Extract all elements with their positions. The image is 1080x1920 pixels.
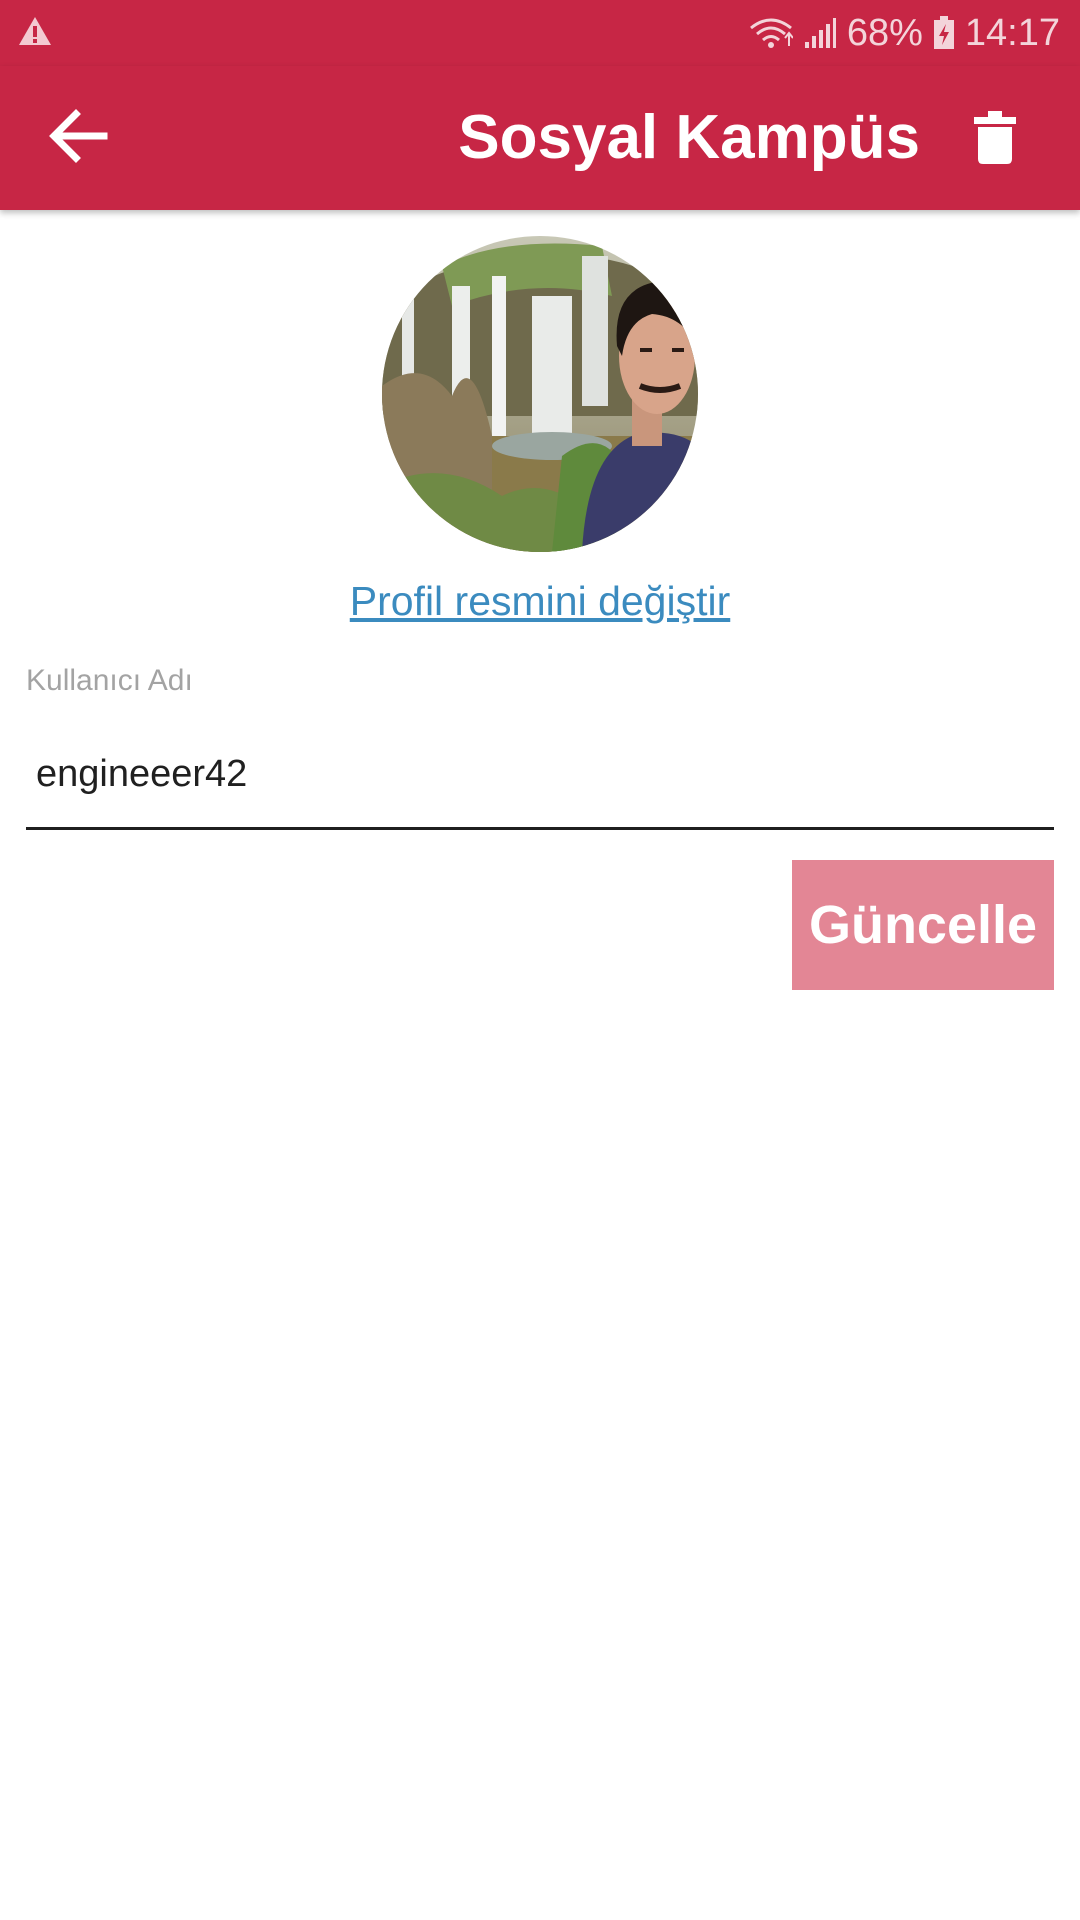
wifi-icon (749, 16, 793, 50)
warning-icon (18, 16, 52, 46)
update-button[interactable]: Güncelle (792, 860, 1054, 990)
change-profile-photo-link[interactable]: Profil resmini değiştir (0, 578, 1080, 625)
username-input[interactable] (26, 722, 1054, 830)
status-indicators: 68% 14:17 (749, 8, 1060, 58)
clock: 14:17 (964, 11, 1060, 54)
battery-percent: 68% (846, 11, 923, 54)
profile-avatar[interactable] (382, 236, 698, 552)
trash-icon (973, 110, 1017, 170)
username-label: Kullanıcı Adı (26, 664, 193, 697)
back-button[interactable] (30, 96, 126, 180)
delete-button[interactable] (950, 100, 1040, 180)
app-bar: Sosyal Kampüs (0, 66, 1080, 210)
battery-charging-icon (933, 16, 955, 50)
status-bar: 68% 14:17 (0, 0, 1080, 66)
page-title: Sosyal Kampüs (458, 103, 920, 172)
signal-icon (803, 16, 837, 50)
arrow-left-icon (48, 108, 108, 169)
